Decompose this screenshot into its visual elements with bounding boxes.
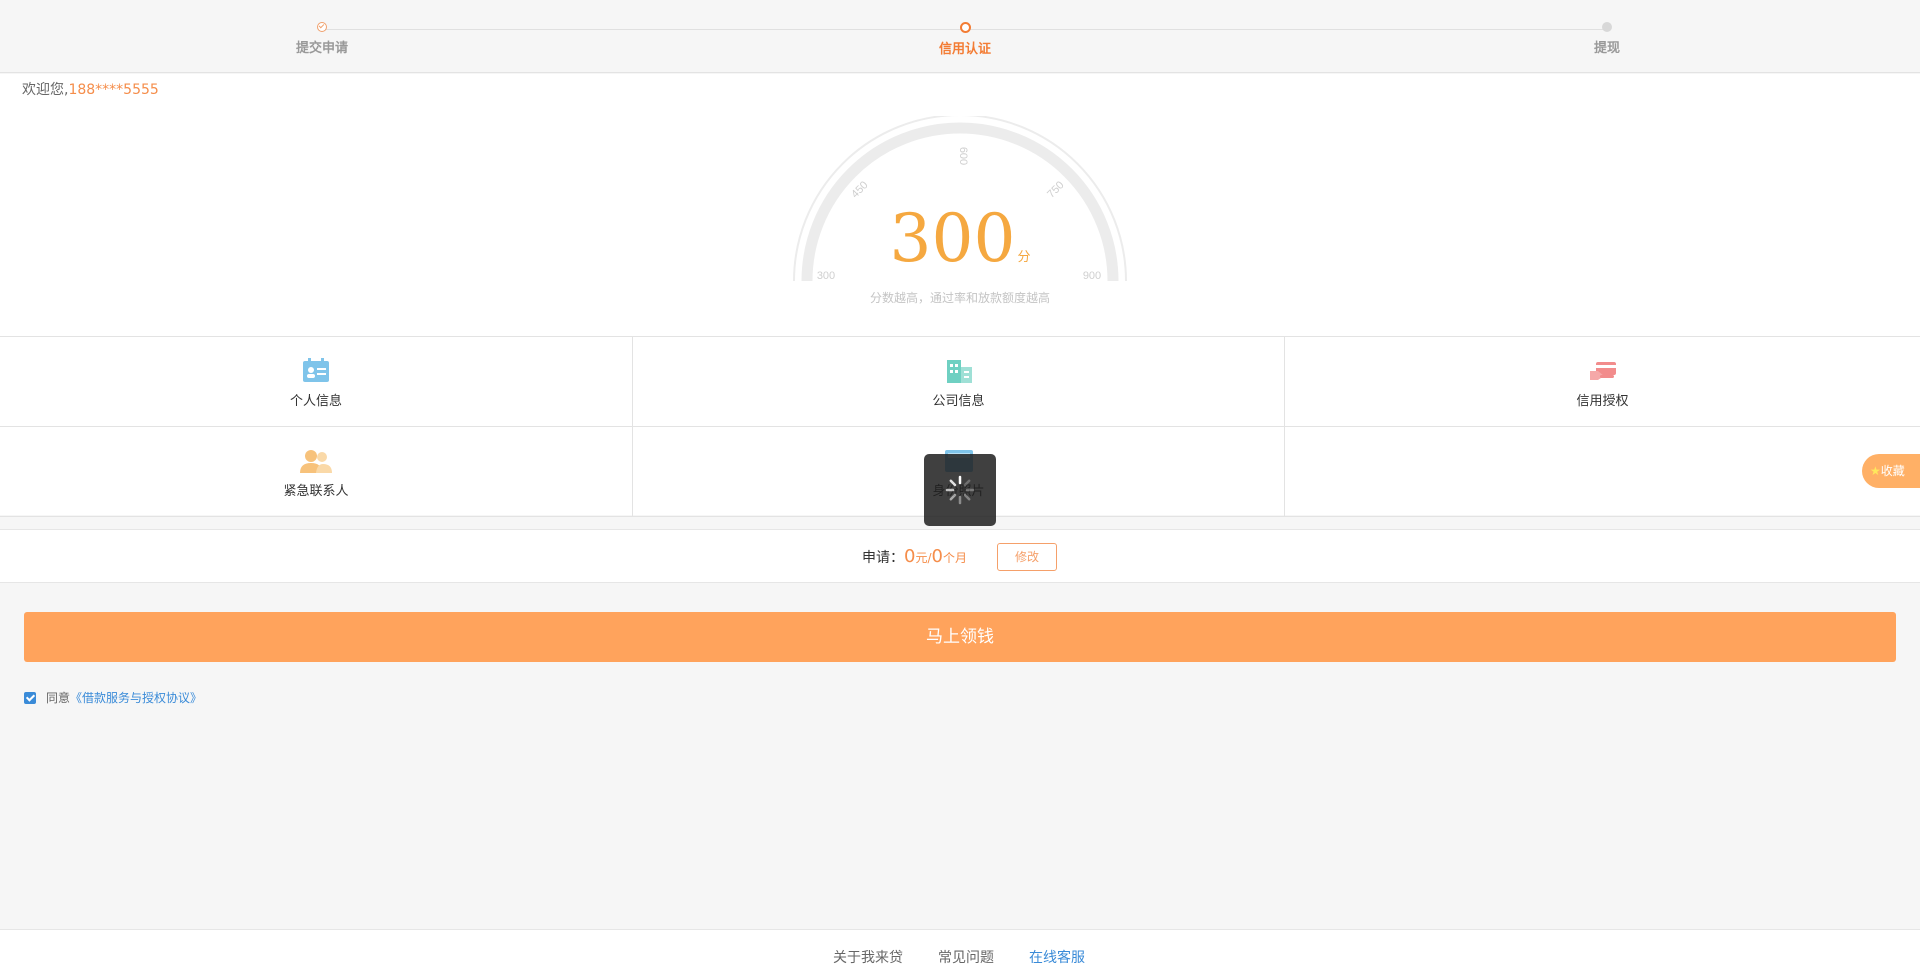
spinner-icon	[945, 475, 975, 505]
current-step-icon	[959, 22, 971, 33]
auth-item-label: 个人信息	[289, 394, 342, 409]
auth-item-label: 公司信息	[932, 394, 985, 409]
apply-months: 0	[931, 546, 943, 567]
step-label: 提现	[1593, 41, 1620, 56]
star-icon: ★	[1870, 464, 1881, 478]
step-credit-auth: 信用认证	[895, 22, 1035, 57]
application-summary: 申请：0元/0个月 修改	[0, 529, 1920, 583]
loading-spinner	[924, 454, 996, 526]
progress-steps: 提交申请 信用认证 提现	[0, 0, 1920, 73]
agreement: 同意 《借款服务与授权协议》	[24, 689, 202, 706]
application-text: 申请：0元/0个月	[862, 546, 967, 567]
welcome-text: 欢迎您,188****5555	[22, 79, 159, 99]
building-icon	[946, 360, 972, 383]
footer-link-about[interactable]: 关于我来贷	[833, 947, 903, 967]
auth-item-credit-auth[interactable]: 信用授权	[1285, 337, 1920, 427]
score-unit: 分	[1017, 249, 1031, 264]
step-label: 提交申请	[295, 41, 348, 56]
contacts-icon	[300, 450, 332, 473]
auth-item-company-info[interactable]: 公司信息	[633, 337, 1285, 427]
apply-prefix: 申请：	[862, 550, 904, 566]
score-hint: 分数越高，通过率和放款额度越高	[869, 291, 1050, 305]
gauge-tick: 600	[957, 147, 969, 165]
apply-amount-unit: 元	[915, 551, 928, 565]
gauge-tick: 450	[849, 179, 870, 200]
credit-score-gauge: 300 450 600 750 900 300 分 分数越高，通过率和放款额度越高	[790, 114, 1130, 316]
main-panel: 欢迎您,188****5555 300 450 600 750 900 300 分…	[0, 74, 1920, 517]
auth-item-label: 紧急联系人	[283, 484, 349, 499]
agreement-prefix: 同意	[46, 691, 71, 705]
credit-card-icon	[1589, 362, 1616, 380]
credit-score: 300 分	[790, 206, 1130, 272]
auth-item-label: 信用授权	[1576, 394, 1629, 409]
apply-amount: 0	[904, 546, 916, 567]
empty-cell	[1285, 427, 1920, 517]
check-circle-icon	[317, 22, 327, 32]
step-label: 信用认证	[938, 42, 991, 57]
apply-months-unit: 个月	[942, 551, 967, 565]
gauge-tick: 750	[1045, 179, 1066, 200]
collect-label: 收藏	[1880, 464, 1905, 478]
footer-link-faq[interactable]: 常见问题	[938, 947, 994, 967]
user-phone: 188****5555	[68, 82, 159, 98]
id-card-icon	[303, 358, 329, 382]
auth-item-personal-info[interactable]: 个人信息	[0, 337, 633, 427]
agreement-checkbox[interactable]	[24, 691, 36, 704]
footer-link-online-service[interactable]: 在线客服	[1029, 947, 1085, 967]
get-money-button[interactable]: 马上领钱	[24, 612, 1896, 662]
collect-button[interactable]: ★收藏	[1862, 454, 1920, 488]
step-withdraw: 提现	[1537, 22, 1677, 56]
pending-step-icon	[1602, 22, 1612, 32]
modify-button[interactable]: 修改	[997, 543, 1057, 571]
step-submit: 提交申请	[252, 22, 392, 56]
auth-item-emergency-contacts[interactable]: 紧急联系人	[0, 427, 633, 517]
agreement-link[interactable]: 《借款服务与授权协议》	[70, 689, 202, 706]
welcome-prefix: 欢迎您,	[22, 82, 69, 98]
score-value: 300	[889, 200, 1016, 277]
footer-nav: 关于我来贷 常见问题 在线客服	[0, 929, 1920, 979]
